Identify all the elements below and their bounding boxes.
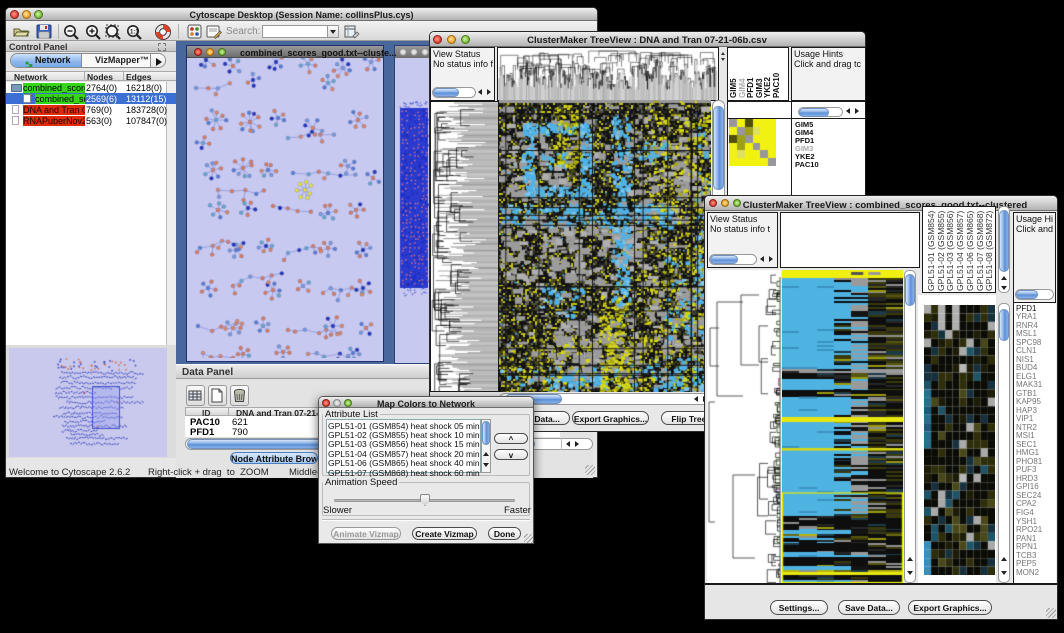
svg-text:1:1: 1:1 [130,30,139,36]
